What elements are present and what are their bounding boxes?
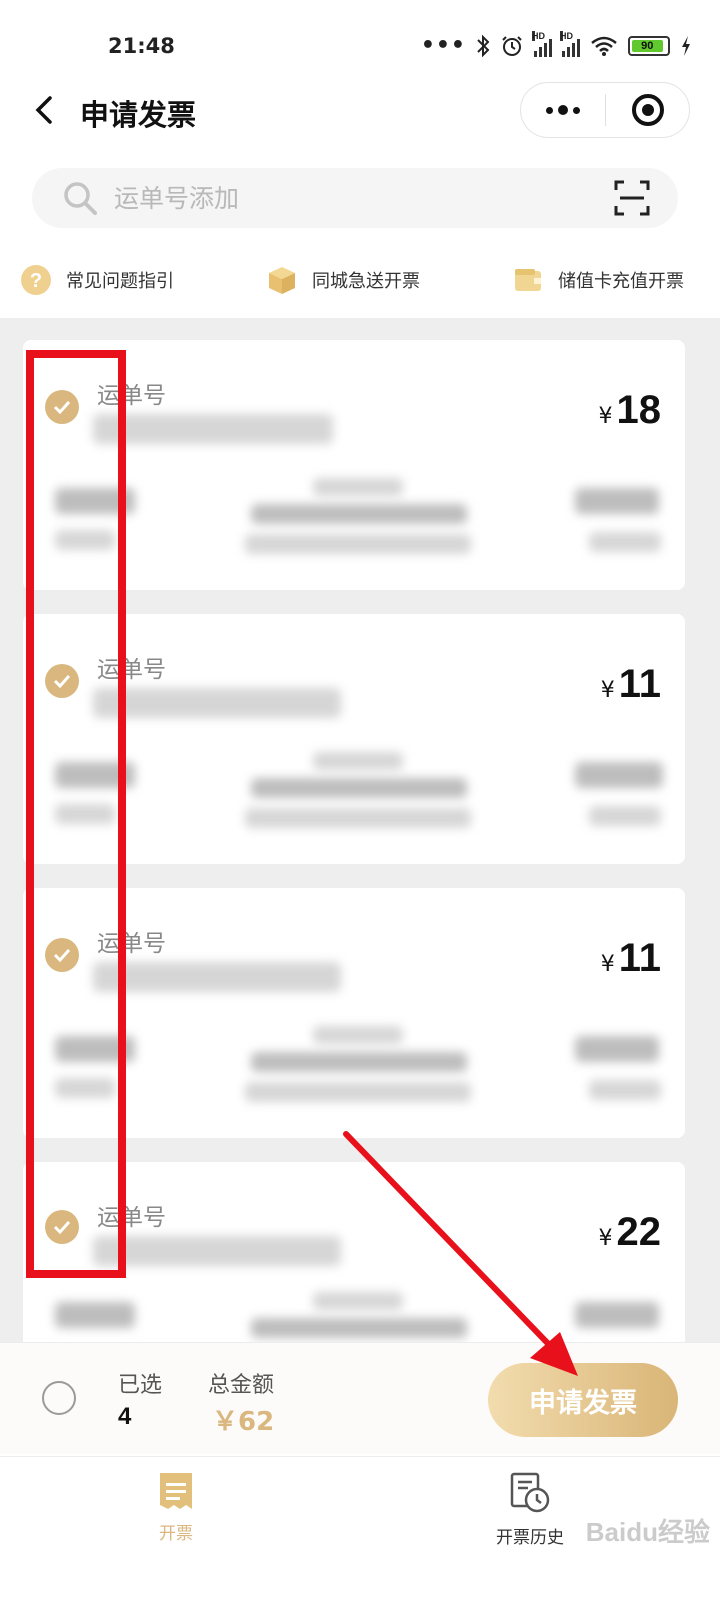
svg-text:?: ? [30,270,42,292]
quick-link-city-delivery[interactable]: 同城急送开票 [266,258,420,302]
bluetooth-icon [477,34,490,58]
receipt-icon [160,1473,192,1509]
blurred-info [575,762,663,788]
close-miniprogram-button[interactable] [606,83,689,137]
back-arrow-icon[interactable] [26,90,66,130]
apply-invoice-button[interactable]: 申请发票 [488,1363,678,1437]
status-time: 21:48 [108,34,175,58]
battery-icon: 90 [628,36,670,56]
alarm-icon [502,36,522,56]
target-circle-icon [631,94,664,126]
tab-invoice[interactable]: 开票 [96,1471,256,1571]
charging-icon [682,36,690,56]
blurred-info [313,478,403,496]
question-icon: ? [21,265,51,295]
search-bar [32,168,678,228]
quick-links: ? 常见问题指引 同城急送开票 储值卡充值开票 [0,258,720,302]
blurred-info [589,1080,661,1100]
order-price: ¥11 [600,662,661,706]
tab-label: 开票历史 [496,1528,564,1548]
order-price: ¥18 [598,388,662,432]
blurred-info [575,488,659,514]
blurred-info [251,504,467,524]
blurred-info [313,1026,403,1044]
scan-icon[interactable] [614,180,650,216]
more-dot-icon [573,106,580,114]
status-bar: 21:48 ••• HD HD 90 [0,0,720,90]
wifi-icon [591,36,617,56]
wallet-icon [515,269,541,291]
total-amount: ￥62 [212,1407,275,1437]
selected-count: 4 [118,1403,132,1430]
page-title: 申请发票 [80,98,197,132]
more-dot-icon [546,106,553,114]
quick-link-label: 同城急送开票 [312,271,420,292]
blurred-info [313,752,403,770]
quick-link-stored-card[interactable]: 储值卡充值开票 [512,258,684,302]
blurred-waybill-number [93,962,341,992]
blurred-info [575,1302,659,1328]
selected-label: 已选 [118,1373,163,1398]
total-label: 总金额 [208,1373,275,1398]
invoice-summary-bar: 已选 4 总金额 ￥62 申请发票 [0,1342,720,1454]
miniprogram-capsule [520,82,690,138]
status-icons: ••• HD HD 90 [420,31,692,58]
quick-link-label: 储值卡充值开票 [558,271,684,292]
select-all-checkbox[interactable] [42,1381,76,1415]
blurred-info [55,1302,135,1328]
blurred-info [313,1292,403,1310]
blurred-waybill-number [93,1236,341,1266]
order-price: ¥11 [600,936,661,980]
tab-label: 开票 [159,1524,193,1544]
watermark-text: Baidu经验 [585,1517,710,1547]
blurred-info [245,808,471,828]
more-dot-icon [558,105,568,115]
order-price: ¥22 [598,1210,662,1254]
nav-header: 申请发票 [0,80,720,140]
more-menu-button[interactable] [521,83,605,137]
blurred-info [251,778,467,798]
annotation-highlight-box [26,350,126,1278]
blurred-waybill-number [93,414,333,444]
blurred-info [251,1052,467,1072]
history-icon [510,1472,550,1513]
signal-icon-1: HD [532,31,552,57]
quick-link-faq[interactable]: ? 常见问题指引 [20,258,174,302]
blurred-info [589,806,661,826]
blurred-info [245,534,471,554]
blurred-info [575,1036,659,1062]
more-status-dots: ••• [420,33,466,58]
quick-link-label: 常见问题指引 [66,271,174,292]
blurred-waybill-number [93,688,341,718]
search-icon [64,182,97,215]
blurred-info [589,532,661,552]
waybill-search-input[interactable] [114,183,574,213]
blurred-info [251,1318,467,1338]
signal-icon-2: HD [560,31,580,57]
blurred-info [245,1082,471,1102]
box-icon [269,267,295,294]
